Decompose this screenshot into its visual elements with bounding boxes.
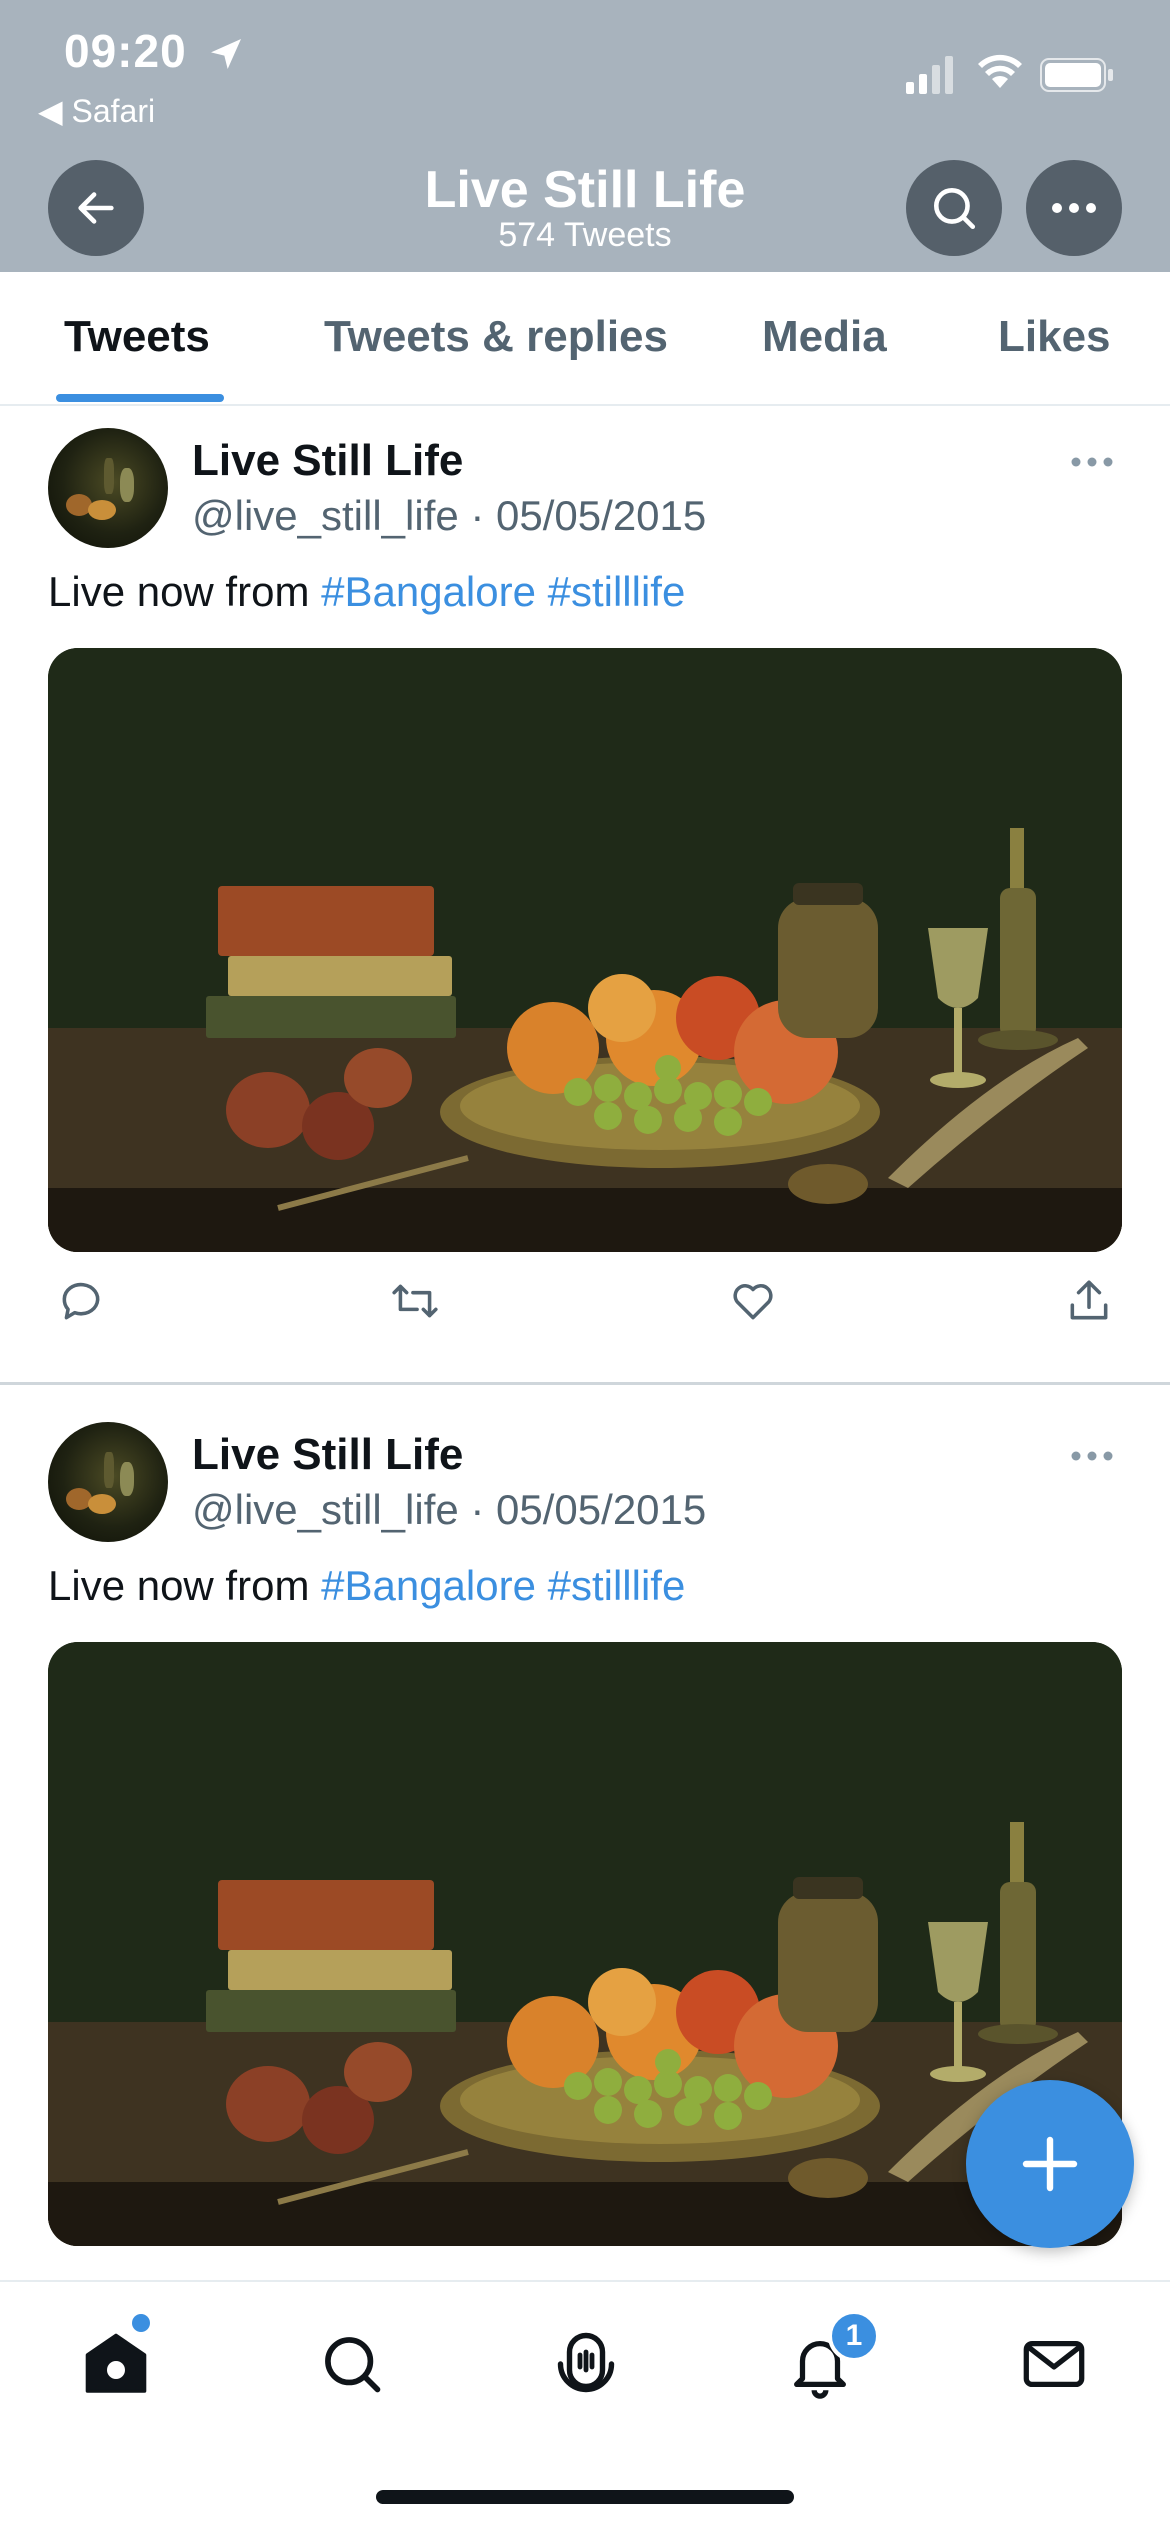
location-arrow-icon [211,39,241,69]
tab-media[interactable]: Media [762,312,887,362]
tweet-handle-date: @live_still_life · 05/05/2015 [192,1486,707,1533]
status-time: 09:20 [64,25,187,77]
tweet-actions [0,1276,1170,1336]
tweet-media-image[interactable] [48,648,1122,1252]
tab-likes[interactable]: Likes [998,312,1111,362]
avatar[interactable] [48,1422,168,1542]
tweet-media-image[interactable] [48,1642,1122,2246]
nav-messages[interactable] [1014,2324,1094,2404]
tweet-text-plain: Live now from [48,1562,322,1609]
tweet-author[interactable]: Live Still Life [192,436,463,486]
screen: 09:20 ◀ Safari Live Still Life 574 Tweet… [0,0,1170,2532]
compose-tweet-button[interactable] [966,2080,1134,2248]
tab-tweets[interactable]: Tweets [64,312,210,362]
ellipsis-icon [1052,203,1096,213]
nav-spaces[interactable] [546,2324,626,2404]
tweet-more-icon[interactable] [1070,1450,1114,1462]
back-to-safari-link[interactable]: ◀ Safari [38,92,155,130]
home-unread-dot [132,2314,150,2332]
tweet-hashtags[interactable]: #Bangalore #stilllife [321,1562,685,1609]
tweet-more-icon[interactable] [1070,456,1114,468]
tweet-text: Live now from #Bangalore #stilllife [48,568,685,616]
active-tab-indicator [56,394,224,402]
tweet-handle-date: @live_still_life · 05/05/2015 [192,492,707,539]
share-icon[interactable] [1064,1276,1114,1326]
home-indicator [376,2490,794,2504]
avatar[interactable] [48,428,168,548]
nav-search[interactable] [312,2324,392,2404]
wifi-icon [978,54,1022,88]
profile-tabs: Tweets Tweets & replies Media Likes [0,272,1170,406]
like-icon[interactable] [728,1276,778,1326]
profile-header: 09:20 ◀ Safari Live Still Life 574 Tweet… [0,0,1170,272]
spaces-icon [557,2332,615,2393]
search-icon [325,2337,381,2393]
tweet-author[interactable]: Live Still Life [192,1430,463,1480]
retweet-icon[interactable] [390,1276,440,1326]
tweet-divider [0,1382,1170,1385]
more-options-button[interactable] [1026,160,1122,256]
home-icon [85,2333,147,2393]
cellular-signal-icon [906,56,953,94]
still-life-photo [48,1642,1122,2246]
still-life-photo [48,648,1122,1252]
search-icon [934,188,976,230]
plus-icon [1022,2136,1078,2192]
tweet-hashtags[interactable]: #Bangalore #stilllife [321,568,685,615]
tab-tweets-and-replies[interactable]: Tweets & replies [324,312,668,362]
search-button[interactable] [906,160,1002,256]
tweet-text: Live now from #Bangalore #stilllife [48,1562,685,1610]
nav-home[interactable] [76,2324,156,2404]
messages-icon [1023,2340,1085,2388]
tweet-text-plain: Live now from [48,568,322,615]
battery-icon [1040,58,1113,92]
notification-badge: 1 [828,2310,880,2362]
reply-icon[interactable] [56,1276,106,1326]
